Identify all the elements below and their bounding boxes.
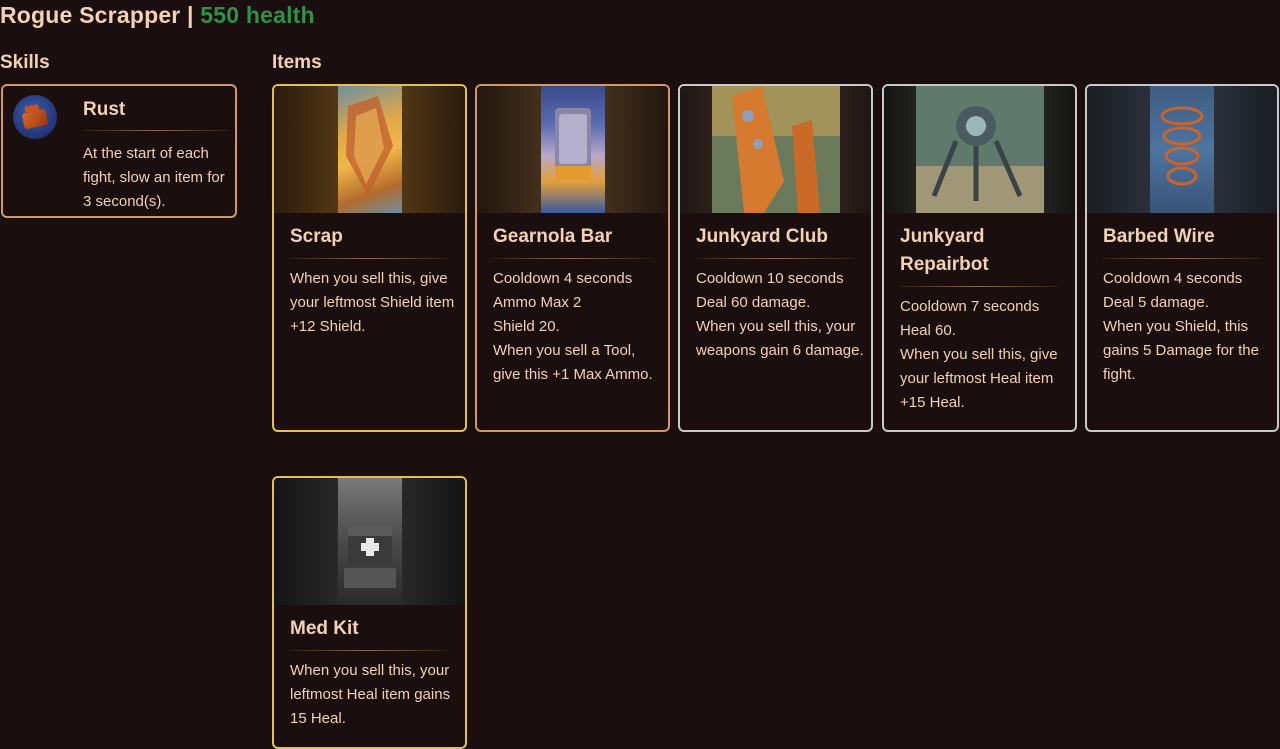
item-name: Gearnola Bar <box>493 226 613 247</box>
skill-description: At the start of each fight, slow an item… <box>83 145 225 210</box>
item-line: Shield 20. <box>493 318 560 335</box>
item-line: Cooldown 10 seconds <box>696 270 844 287</box>
item-line: Cooldown 7 seconds <box>900 298 1040 315</box>
item-line: Cooldown 4 seconds <box>1103 270 1243 287</box>
item-description: Cooldown 4 seconds Deal 5 damage. When y… <box>1103 267 1271 387</box>
item-line: When you sell a Tool, give this +1 Max A… <box>493 342 653 383</box>
divider <box>1103 258 1261 259</box>
barbed-wire-icon <box>1150 86 1214 213</box>
item-name: Barbed Wire <box>1103 226 1215 247</box>
health-value: 550 health <box>200 2 315 28</box>
divider <box>83 130 229 131</box>
item-name: Junkyard Club <box>696 226 828 247</box>
scrap-icon <box>337 86 402 213</box>
divider <box>900 286 1058 287</box>
item-card-junkyard-repairbot[interactable]: Junkyard Repairbot Cooldown 7 seconds He… <box>882 84 1077 432</box>
rust-icon <box>13 95 57 139</box>
page-title: Rogue Scrapper | 550 health <box>0 2 315 29</box>
item-description: Cooldown 4 seconds Ammo Max 2 Shield 20.… <box>493 267 661 387</box>
skill-card-rust[interactable]: Rust At the start of each fight, slow an… <box>1 84 237 218</box>
item-line: When you sell this, give your leftmost S… <box>290 270 455 335</box>
item-line: Heal 60. <box>900 322 956 339</box>
item-line: Ammo Max 2 <box>493 294 582 311</box>
item-description: When you sell this, give your leftmost S… <box>290 267 458 339</box>
item-name: Junkyard Repairbot <box>900 226 989 275</box>
item-card-junkyard-club[interactable]: Junkyard Club Cooldown 10 seconds Deal 6… <box>678 84 873 432</box>
item-description: Cooldown 7 seconds Heal 60. When you sel… <box>900 295 1068 415</box>
divider <box>493 258 651 259</box>
item-line: When you sell this, your leftmost Heal i… <box>290 662 451 727</box>
item-line: Cooldown 4 seconds <box>493 270 633 287</box>
med-kit-icon <box>337 478 402 605</box>
junkyard-club-icon <box>711 86 840 213</box>
item-line: Deal 5 damage. <box>1103 294 1209 311</box>
item-line: When you Shield, this gains 5 Damage for… <box>1103 318 1259 383</box>
title-separator: | <box>180 2 201 28</box>
divider <box>290 258 448 259</box>
skill-name: Rust <box>83 99 126 120</box>
divider <box>696 258 854 259</box>
item-card-barbed-wire[interactable]: Barbed Wire Cooldown 4 seconds Deal 5 da… <box>1085 84 1279 432</box>
divider <box>290 650 448 651</box>
repairbot-icon <box>915 86 1044 213</box>
gearnola-bar-icon <box>540 86 605 213</box>
character-name: Rogue Scrapper <box>0 2 181 28</box>
item-description: When you sell this, your leftmost Heal i… <box>290 659 458 731</box>
skills-heading: Skills <box>0 52 50 73</box>
item-name: Med Kit <box>290 618 359 639</box>
item-line: Deal 60 damage. <box>696 294 811 311</box>
item-line: When you sell this, your weapons gain 6 … <box>696 318 864 359</box>
item-card-med-kit[interactable]: Med Kit When you sell this, your leftmos… <box>272 476 467 749</box>
item-name: Scrap <box>290 226 343 247</box>
item-description: Cooldown 10 seconds Deal 60 damage. When… <box>696 267 864 363</box>
items-heading: Items <box>272 52 322 73</box>
item-card-gearnola-bar[interactable]: Gearnola Bar Cooldown 4 seconds Ammo Max… <box>475 84 670 432</box>
item-card-scrap[interactable]: Scrap When you sell this, give your left… <box>272 84 467 432</box>
item-line: When you sell this, give your leftmost H… <box>900 346 1058 411</box>
